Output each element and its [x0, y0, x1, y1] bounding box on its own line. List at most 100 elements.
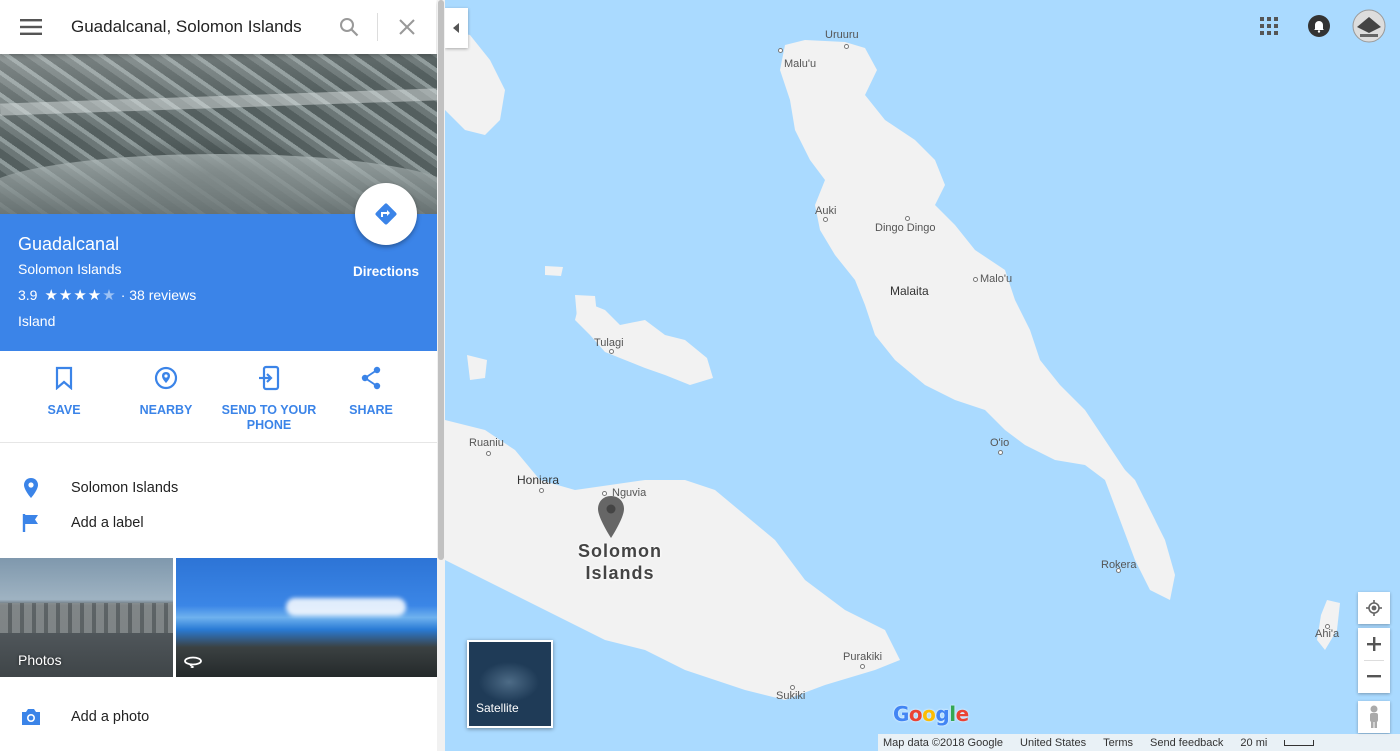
scrollbar-thumb[interactable]: [438, 0, 444, 560]
rating-stars-filled: ★★★★: [44, 287, 103, 304]
place-label-uruuru[interactable]: Uruuru: [825, 29, 859, 41]
address-row[interactable]: Solomon Islands: [0, 471, 437, 505]
add-label-row[interactable]: Add a label: [0, 506, 437, 540]
place-category: Island: [18, 313, 56, 329]
place-subtitle: Solomon Islands: [18, 261, 122, 277]
region-link[interactable]: United States: [1020, 737, 1086, 749]
country-label-line1: Solomon: [578, 541, 662, 561]
search-icon: [340, 18, 359, 37]
account-avatar-button[interactable]: [1344, 1, 1394, 51]
side-panel-scrollbar[interactable]: [437, 0, 445, 751]
place-label-malaita[interactable]: Malaita: [890, 284, 929, 298]
map-canvas[interactable]: Uruuru Malu'u Auki Dingo Dingo Malaita M…: [445, 0, 1400, 751]
search-box: [0, 0, 436, 54]
share-button[interactable]: SHARE: [321, 365, 421, 418]
place-label-ahia[interactable]: Ahi'a: [1315, 628, 1339, 640]
place-dot-uruuru: [844, 44, 849, 49]
send-to-phone-button[interactable]: SEND TO YOUR PHONE: [219, 365, 319, 433]
place-label-dingo[interactable]: Dingo Dingo: [875, 222, 936, 234]
minus-icon: [1367, 675, 1381, 678]
map-data-attribution: Map data ©2018 Google: [883, 736, 1004, 749]
share-icon: [361, 366, 381, 390]
map-land: [445, 30, 1340, 700]
photos-label: Photos: [18, 652, 62, 668]
zoom-out-button[interactable]: [1358, 661, 1390, 693]
location-pin-icon: [24, 478, 38, 498]
share-label: SHARE: [349, 403, 393, 417]
street-view-pegman-button[interactable]: [1358, 701, 1390, 733]
notifications-button[interactable]: [1294, 1, 1344, 51]
address-text: Solomon Islands: [71, 480, 179, 496]
satellite-layer-button[interactable]: Satellite: [467, 640, 553, 728]
zoom-in-button[interactable]: [1358, 628, 1390, 660]
action-buttons: SAVE NEARBY SEND TO YOUR PHONE SHARE: [0, 351, 437, 443]
place-label-maluu[interactable]: Malu'u: [784, 58, 816, 70]
map-controls: [1358, 592, 1390, 737]
close-icon: [399, 19, 415, 35]
nearby-button[interactable]: NEARBY: [116, 365, 216, 418]
avatar: [1352, 9, 1386, 43]
place-label-oio[interactable]: O'io: [990, 437, 1009, 449]
panorama-icon: [184, 656, 202, 668]
add-photo-text: Add a photo: [71, 709, 150, 725]
map-footer: Map data ©2018 Google United States Term…: [878, 734, 1400, 751]
bell-icon: [1308, 15, 1330, 37]
send-feedback-link[interactable]: Send feedback: [1150, 737, 1223, 749]
place-dot-malou: [973, 277, 978, 282]
flag-icon: [22, 514, 38, 532]
place-dot-oio: [998, 450, 1003, 455]
hero-photo-road: [0, 88, 437, 116]
directions-button[interactable]: [355, 183, 417, 245]
place-dot-ruaniu: [486, 451, 491, 456]
plus-icon: [1367, 637, 1381, 651]
search-button[interactable]: [321, 0, 377, 54]
zoom-controls: [1358, 628, 1390, 693]
save-button[interactable]: SAVE: [14, 365, 114, 418]
rating-stars: ★★★★★: [44, 286, 116, 304]
apps-button[interactable]: [1244, 1, 1294, 51]
nearby-icon: [154, 366, 178, 390]
scale-label[interactable]: 20 mi: [1240, 737, 1267, 749]
my-location-button[interactable]: [1358, 592, 1390, 624]
clear-search-button[interactable]: [378, 0, 436, 54]
directions-label[interactable]: Directions: [342, 264, 430, 279]
place-dot-tulagi: [609, 349, 614, 354]
place-dot-honiara: [539, 488, 544, 493]
logo-letter-g1: G: [893, 702, 909, 726]
country-label-line2: Islands: [585, 563, 655, 583]
place-label-tulagi[interactable]: Tulagi: [594, 337, 624, 349]
google-logo: Google: [893, 702, 969, 726]
reviews-link[interactable]: · 38 reviews: [121, 287, 196, 303]
place-label-ruaniu[interactable]: Ruaniu: [469, 437, 504, 449]
terms-link[interactable]: Terms: [1103, 737, 1133, 749]
send-to-phone-icon: [259, 365, 280, 391]
camera-icon: [22, 709, 40, 725]
logo-letter-e: e: [955, 702, 970, 726]
scale-bar: [1284, 739, 1315, 746]
place-label-malou[interactable]: Malo'u: [980, 273, 1012, 285]
search-input[interactable]: [62, 0, 321, 54]
place-label-honiara[interactable]: Honiara: [517, 473, 559, 487]
send-to-phone-label: SEND TO YOUR PHONE: [221, 403, 317, 432]
map-marker-pin[interactable]: [596, 494, 626, 540]
place-label-rokera[interactable]: Rokera: [1101, 559, 1136, 571]
place-label-purakiki[interactable]: Purakiki: [843, 651, 882, 663]
add-photo-row[interactable]: Add a photo: [0, 700, 437, 734]
logo-letter-o2: o: [922, 702, 936, 726]
panorama-thumbnail[interactable]: [176, 558, 437, 677]
side-panel: Guadalcanal Solomon Islands 3.9 ★★★★★ · …: [0, 0, 437, 751]
place-label-sukiki[interactable]: Sukiki: [776, 690, 805, 702]
rating-value: 3.9: [18, 287, 38, 303]
place-label-auki[interactable]: Auki: [815, 205, 836, 217]
collapse-panel-button[interactable]: [445, 8, 468, 48]
hamburger-menu-icon: [20, 19, 42, 35]
rating-stars-empty: ★: [102, 287, 117, 304]
hamburger-menu-button[interactable]: [0, 0, 62, 54]
apps-grid-icon: [1260, 17, 1278, 35]
save-label: SAVE: [47, 403, 81, 417]
photos-thumbnail[interactable]: Photos: [0, 558, 173, 677]
photos-strip: Photos: [0, 558, 437, 677]
my-location-icon: [1366, 600, 1382, 616]
directions-icon: [375, 203, 397, 225]
place-title: Guadalcanal: [18, 234, 120, 254]
